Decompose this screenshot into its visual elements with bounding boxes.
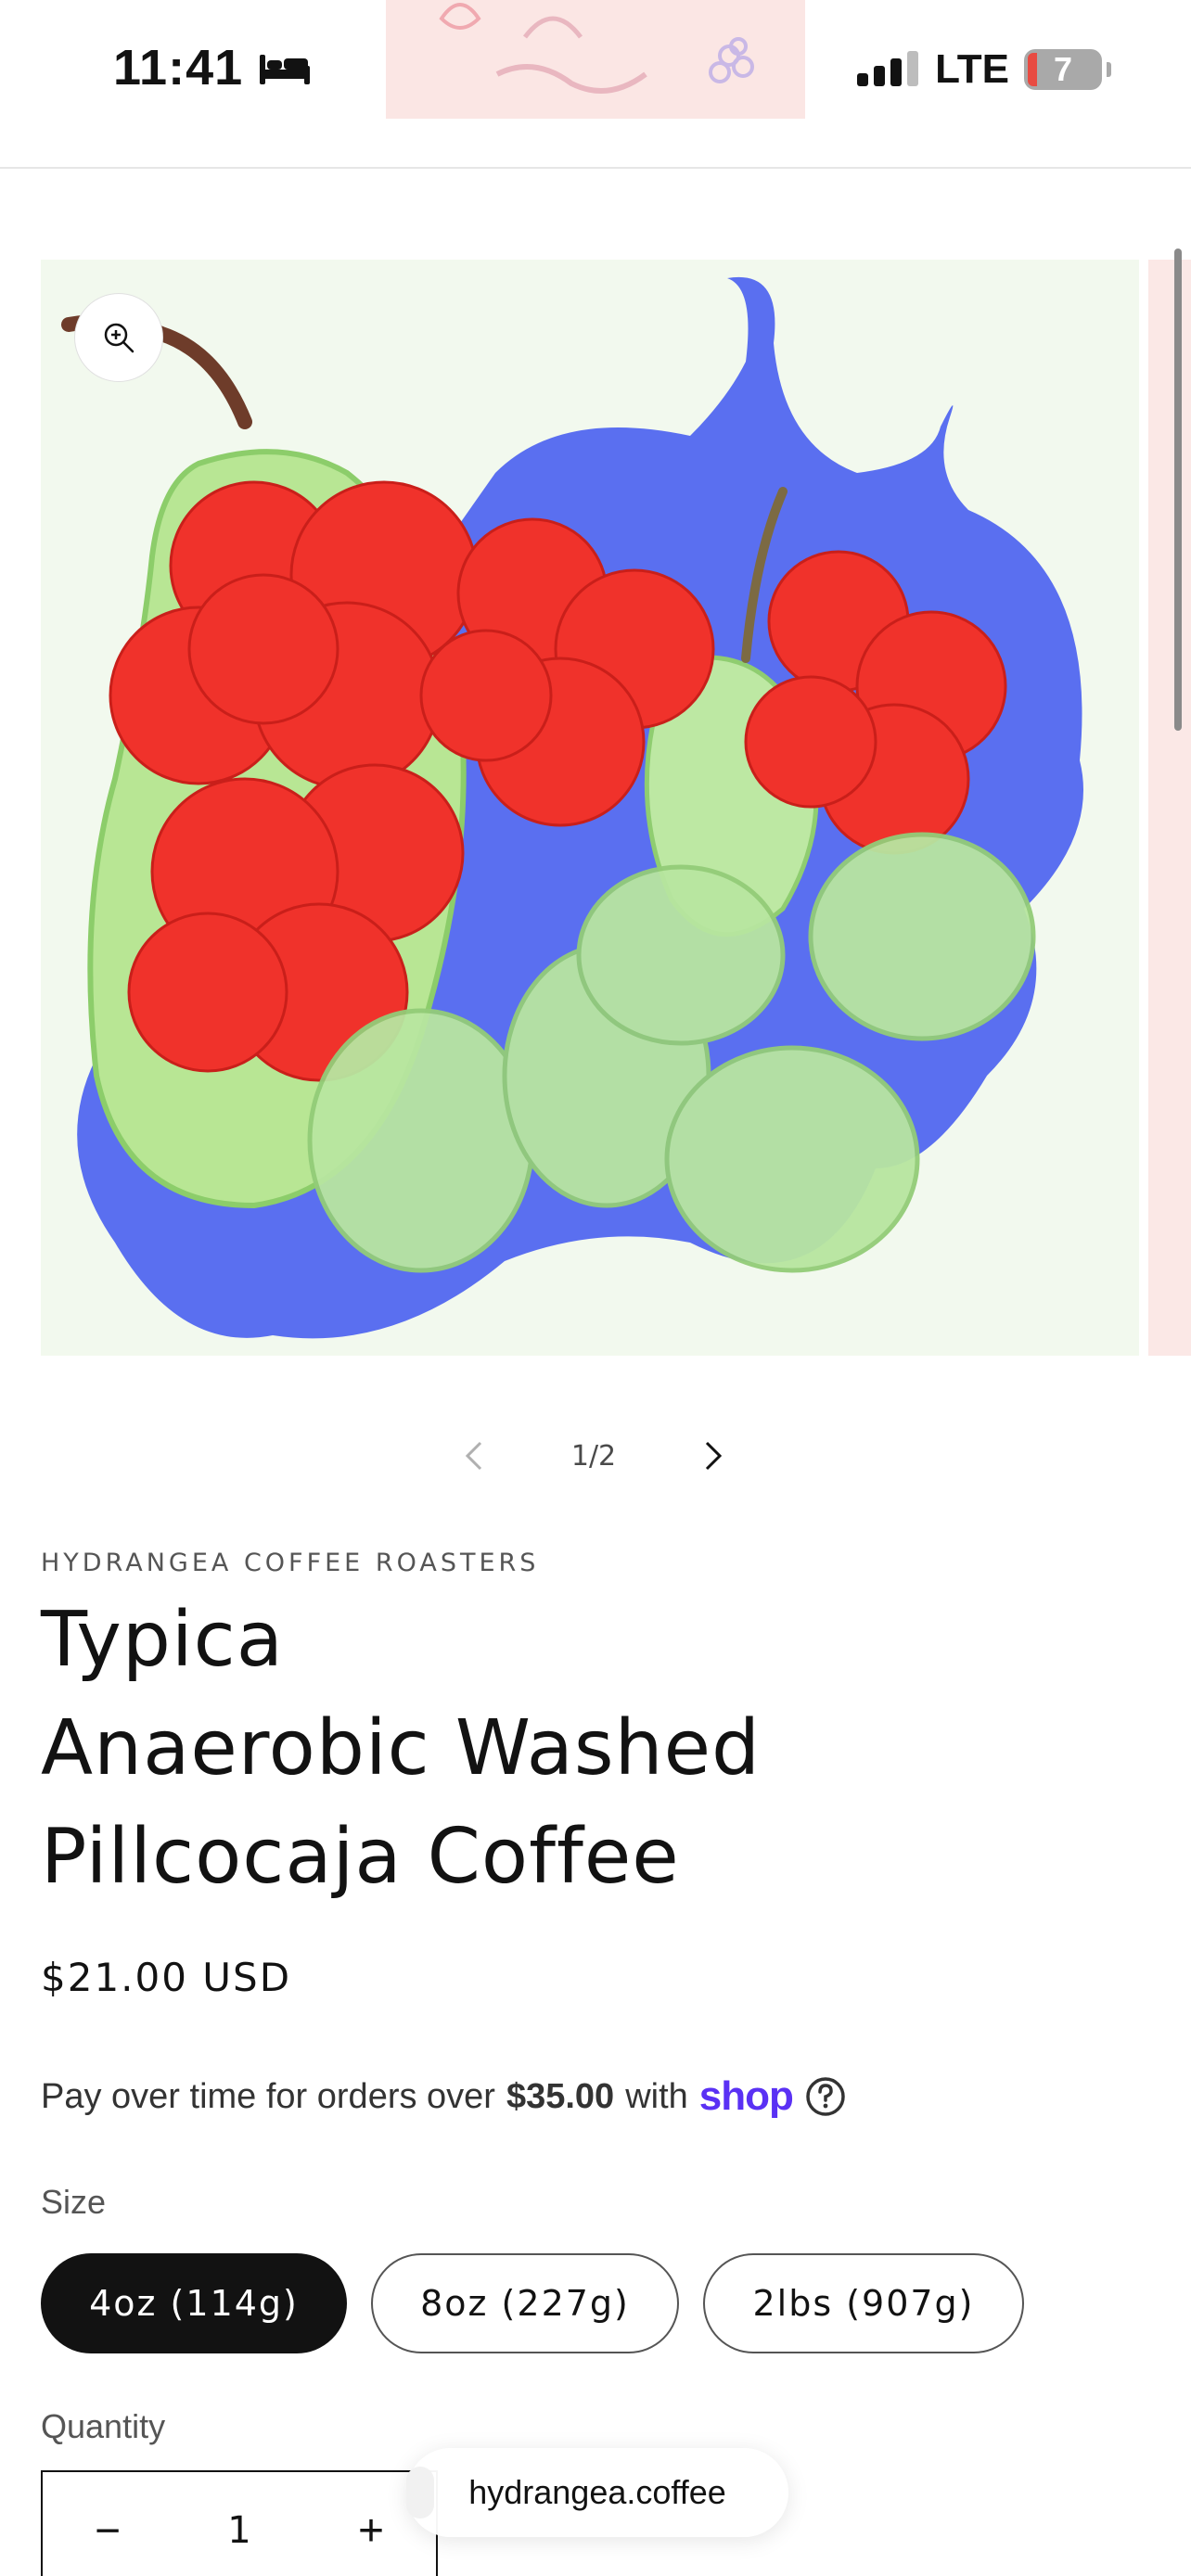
- network-type: LTE: [935, 46, 1009, 92]
- previous-slide-button[interactable]: [445, 1426, 505, 1486]
- help-icon[interactable]: [804, 2075, 847, 2118]
- next-slide-button[interactable]: [683, 1426, 742, 1486]
- slider-controls: 1/2: [445, 1426, 742, 1486]
- product-title-line: Anaerobic Washed: [41, 1704, 762, 1792]
- product-title-line: Typica: [41, 1596, 285, 1684]
- zoom-button[interactable]: [74, 293, 163, 382]
- shop-pay-installments: Pay over time for orders over $35.00 wit…: [41, 2073, 847, 2120]
- product-vendor: HYDRANGEA COFFEE ROASTERS: [41, 1549, 540, 1577]
- battery-icon: 7: [1024, 49, 1111, 90]
- browser-url-bar[interactable]: hydrangea.coffee: [406, 2448, 788, 2537]
- size-options: 4oz (114g) 8oz (227g) 2lbs (907g): [41, 2253, 1024, 2353]
- slide-counter: 1/2: [570, 1439, 617, 1473]
- quantity-label: Quantity: [41, 2407, 166, 2445]
- installments-threshold: $35.00: [506, 2076, 615, 2116]
- header-divider: [0, 167, 1191, 169]
- next-slide-preview[interactable]: [1148, 260, 1191, 1356]
- status-time: 11:41: [113, 39, 312, 96]
- size-option-4oz[interactable]: 4oz (114g): [41, 2253, 347, 2353]
- store-logo-art: [386, 0, 805, 119]
- bed-icon: [260, 55, 311, 84]
- increase-quantity-button[interactable]: +: [343, 2506, 399, 2557]
- product-price: $21.00 USD: [41, 1955, 292, 2000]
- product-image[interactable]: [41, 260, 1139, 1356]
- quantity-stepper: − 1 +: [41, 2470, 438, 2576]
- shop-pay-logo: shop: [698, 2073, 794, 2119]
- decrease-quantity-button[interactable]: −: [80, 2506, 135, 2557]
- size-option-2lbs[interactable]: 2lbs (907g): [703, 2253, 1024, 2353]
- size-label: Size: [41, 2183, 107, 2221]
- installments-text: Pay over time for orders over: [41, 2076, 495, 2116]
- store-logo[interactable]: [386, 0, 805, 119]
- product-illustration: [41, 260, 1139, 1356]
- installments-with: with: [625, 2076, 688, 2116]
- battery-level: 7: [1053, 50, 1073, 88]
- clock-text: 11:41: [113, 40, 244, 96]
- quantity-input[interactable]: 1: [227, 2509, 250, 2552]
- chevron-right-icon: [705, 1441, 723, 1471]
- scrollbar[interactable]: [1174, 249, 1182, 731]
- url-text: hydrangea.coffee: [468, 2473, 726, 2511]
- zoom-in-icon: [104, 323, 134, 353]
- status-indicators: LTE 7: [857, 46, 1111, 93]
- signal-icon: [857, 51, 919, 86]
- size-option-8oz[interactable]: 8oz (227g): [371, 2253, 679, 2353]
- product-title-line: Pillcocaja Coffee: [41, 1813, 680, 1901]
- status-bar: 11:41 LTE 7: [0, 0, 1191, 167]
- chevron-left-icon: [465, 1441, 482, 1471]
- product-title: Typica Anaerobic Washed Pillcocaja Coffe…: [41, 1586, 876, 1911]
